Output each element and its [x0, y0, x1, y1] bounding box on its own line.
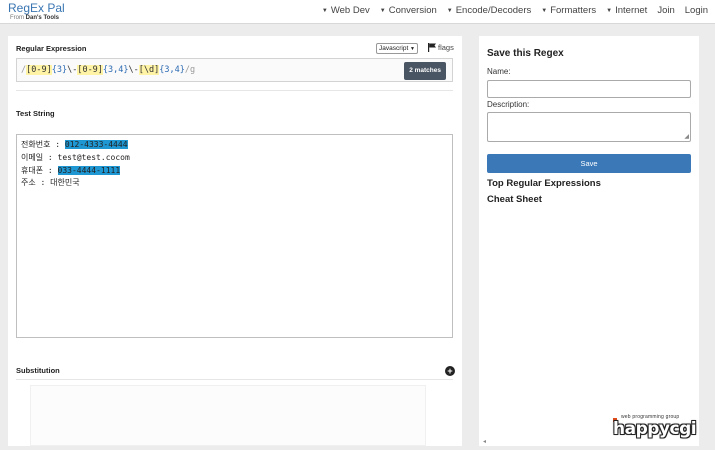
- nav-item-label: Web Dev: [330, 5, 370, 16]
- line-text: 주소 : 대한민국: [21, 178, 80, 188]
- test-string-line: 전화번호 : 012-4333-4444: [21, 139, 448, 152]
- nav-item-join[interactable]: Join: [652, 5, 679, 16]
- regex-token: {3}: [51, 65, 68, 75]
- nav-item-label: Formatters: [550, 5, 597, 16]
- substitution-label: Substitution: [16, 366, 60, 375]
- test-string-line: 휴대폰 : 033-4444-1111: [21, 165, 448, 178]
- regex-token: [0-9]: [26, 65, 52, 75]
- caret-down-icon: ▼: [321, 7, 328, 14]
- flags-button[interactable]: flags: [428, 43, 454, 52]
- nav-item-formatters[interactable]: ▼ Formatters: [536, 5, 601, 16]
- caret-down-icon: ▼: [379, 7, 386, 14]
- nav-item-login[interactable]: Login: [680, 5, 713, 16]
- top-navbar: RegEx Pal From Dan's Tools ▼ Web Dev ▼ Conv…: [0, 0, 715, 24]
- match-highlight: 033-4444-1111: [57, 165, 121, 175]
- match-count-badge: 2 matches: [404, 62, 446, 80]
- brand-title[interactable]: RegEx Pal: [8, 2, 65, 14]
- caret-down-icon: ▼: [446, 7, 453, 14]
- save-button[interactable]: Save: [487, 154, 691, 173]
- divider: [16, 379, 453, 380]
- top-regex-link[interactable]: Top Regular Expressions: [487, 178, 601, 189]
- test-string-input[interactable]: 전화번호 : 012-4333-4444 이메일 : test@test.coco…: [16, 134, 453, 338]
- brand-subtitle: From Dan's Tools: [10, 15, 59, 21]
- brand-logo[interactable]: RegEx Pal From Dan's Tools: [8, 2, 65, 22]
- chevron-down-icon: ▼: [410, 45, 415, 52]
- nav-item-internet[interactable]: ▼ Internet: [601, 5, 652, 16]
- name-field[interactable]: [487, 80, 691, 98]
- test-string-label: Test String: [16, 109, 55, 118]
- add-substitution-icon[interactable]: +: [445, 366, 455, 376]
- regex-token: /g: [184, 65, 196, 75]
- main-nav: ▼ Web Dev ▼ Conversion ▼ Encode/Decoders ▼ Form…: [317, 5, 713, 16]
- resize-grip-icon[interactable]: ◢: [684, 134, 689, 140]
- description-label: Description:: [487, 100, 530, 109]
- divider: [16, 90, 453, 91]
- test-string-line: 주소 : 대한민국: [21, 177, 448, 190]
- logo-wordmark: happycgi: [613, 419, 697, 439]
- nav-item-label: Login: [684, 5, 708, 16]
- test-string-line: 이메일 : test@test.cocom: [21, 152, 448, 165]
- save-panel: Save this Regex Name: Description: ◢ Sav…: [479, 36, 699, 446]
- regex-input[interactable]: / [0-9] {3} \- [0-9] {3,4} \- [\d] {3,4}/g 2 matc…: [16, 58, 453, 82]
- cheat-sheet-link[interactable]: Cheat Sheet: [487, 194, 542, 205]
- substitution-area[interactable]: [30, 385, 426, 446]
- nav-item-encode-decoders[interactable]: ▼ Encode/Decoders: [442, 5, 536, 16]
- nav-item-conversion[interactable]: ▼ Conversion: [375, 5, 442, 16]
- regex-token: {3,4}: [159, 65, 185, 75]
- save-panel-title: Save this Regex: [487, 48, 564, 59]
- flag-icon: [428, 43, 436, 52]
- regex-token: \-: [128, 65, 139, 75]
- caret-down-icon: ▼: [606, 7, 613, 14]
- nav-item-web-dev[interactable]: ▼ Web Dev: [317, 5, 375, 16]
- caret-down-icon: ▼: [541, 7, 548, 14]
- match-highlight: 012-4333-4444: [64, 140, 128, 149]
- flags-label: flags: [438, 43, 454, 52]
- regex-token: [0-9]: [77, 65, 103, 75]
- scroll-left-icon[interactable]: ◂: [483, 438, 486, 445]
- nav-item-label: Conversion: [388, 5, 437, 16]
- nav-item-label: Internet: [615, 5, 648, 16]
- regex-section-label: Regular Expression: [16, 44, 87, 53]
- line-text: 휴대폰 :: [21, 165, 58, 175]
- editor-panel: Regular Expression Javascript ▼ flags /[…: [8, 36, 462, 446]
- line-text: 전화번호 :: [21, 140, 65, 149]
- nav-item-label: Encode/Decoders: [455, 5, 532, 16]
- language-value: Javascript: [379, 45, 409, 52]
- description-field[interactable]: ◢: [487, 112, 691, 142]
- name-label: Name:: [487, 67, 511, 76]
- regex-token: {3,4}: [102, 65, 129, 75]
- language-select[interactable]: Javascript ▼: [376, 43, 418, 54]
- happycgi-logo: web programming group happycgi: [613, 414, 709, 444]
- regex-token: [\d]: [138, 65, 160, 75]
- line-text: 이메일 : test@test.cocom: [21, 152, 130, 162]
- regex-token: \-: [67, 65, 78, 75]
- nav-item-label: Join: [657, 5, 675, 16]
